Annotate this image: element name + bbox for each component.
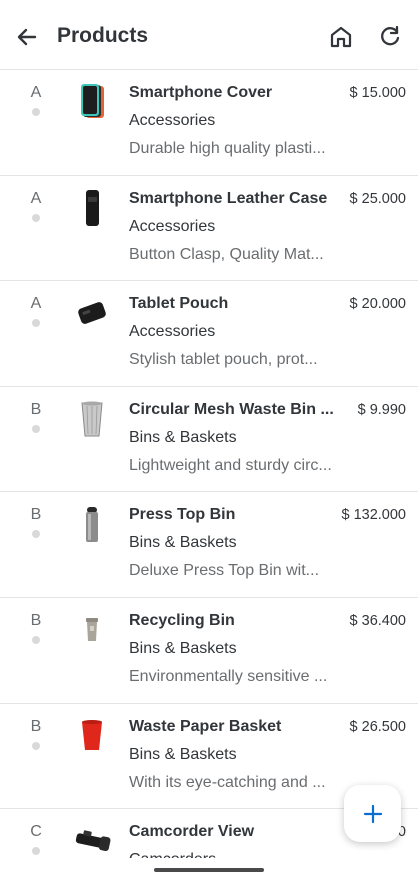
product-name: Recycling Bin [129,611,235,629]
group-letter: B [30,717,42,735]
product-list: A Smartphone Cover $ 15.000 Accessories … [0,70,418,860]
list-item[interactable]: B Circular Mesh Waste Bin ... $ 9.990 Bi… [0,386,418,493]
group-letter: C [30,823,42,841]
product-name: Waste Paper Basket [129,717,282,735]
status-dot [32,108,40,116]
product-category: Bins & Baskets [129,534,237,552]
product-price: $ 9.990 [357,401,406,418]
mesh-bin-icon [81,401,103,437]
product-name: Circular Mesh Waste Bin ... [129,400,334,418]
app-header: Products [0,0,418,70]
product-name: Smartphone Leather Case [129,189,328,207]
product-image [70,716,114,756]
product-price: $ 26.500 [349,718,406,735]
list-item[interactable]: B Recycling Bin $ 36.400 Bins & Baskets … [0,597,418,704]
product-image [70,293,114,333]
list-item[interactable]: A Smartphone Cover $ 15.000 Accessories … [0,70,418,176]
tablet-pouch-icon [78,302,106,325]
product-category: Accessories [129,323,216,341]
product-price: $ 132.000 [341,507,406,524]
product-category: Accessories [129,112,216,129]
product-price: $ 36.400 [349,612,406,629]
product-description: Lightweight and sturdy circ... [129,456,332,474]
smartphone-cover-icon [81,84,104,118]
product-image [70,399,114,439]
group-letter: A [30,189,42,207]
product-description: Stylish tablet pouch, prot... [129,351,318,369]
refresh-button[interactable] [377,24,403,50]
recycling-bin-icon [86,617,98,641]
product-description: Button Clasp, Quality Mat... [129,245,324,263]
page-title: Products [57,24,149,47]
status-dot [32,741,40,750]
list-item[interactable]: A Smartphone Leather Case $ 25.000 Acces… [0,175,418,282]
product-description: Deluxe Press Top Bin wit... [129,562,320,580]
group-letter: A [30,84,42,101]
status-dot [32,635,40,644]
home-button[interactable] [328,24,354,50]
waste-basket-icon [82,719,102,750]
product-category: Bins & Baskets [129,428,237,446]
status-dot [32,847,40,856]
group-letter: B [30,611,42,629]
plus-icon [363,804,382,823]
back-button[interactable] [14,24,40,50]
press-top-bin-icon [86,507,98,543]
product-description: With its eye-catching and ... [129,773,326,791]
product-category: Bins & Baskets [129,639,237,657]
status-dot [32,530,40,539]
product-price: $ 25.000 [349,190,406,207]
product-price: $ 15.000 [349,85,406,101]
product-image [70,188,114,228]
product-price: $ 20.000 [349,296,406,313]
add-product-button[interactable] [344,785,401,842]
status-dot [32,319,40,328]
group-letter: B [30,506,42,524]
status-dot [32,424,40,433]
product-name: Tablet Pouch [129,295,229,313]
refresh-icon [381,25,400,46]
leather-case-icon [86,189,99,226]
group-letter: B [30,400,42,418]
product-image [70,821,114,860]
product-name: Press Top Bin [129,506,236,524]
product-category: Accessories [129,217,216,235]
product-description: Environmentally sensitive ... [129,667,328,685]
list-item[interactable]: B Press Top Bin $ 132.000 Bins & Baskets… [0,492,418,598]
product-description: Durable high quality plasti... [129,140,326,157]
product-image [70,504,114,544]
product-name: Camcorder View [129,823,255,841]
product-image [70,82,114,122]
camcorder-icon [75,830,111,852]
product-category: Bins & Baskets [129,745,237,763]
home-indicator[interactable] [154,868,264,872]
home-icon [330,26,352,48]
arrow-left-icon [17,28,37,46]
product-image [70,610,114,650]
product-name: Smartphone Cover [129,84,273,101]
group-letter: A [30,295,42,313]
list-item[interactable]: A Tablet Pouch $ 20.000 Accessories Styl… [0,281,418,387]
status-dot [32,213,40,222]
